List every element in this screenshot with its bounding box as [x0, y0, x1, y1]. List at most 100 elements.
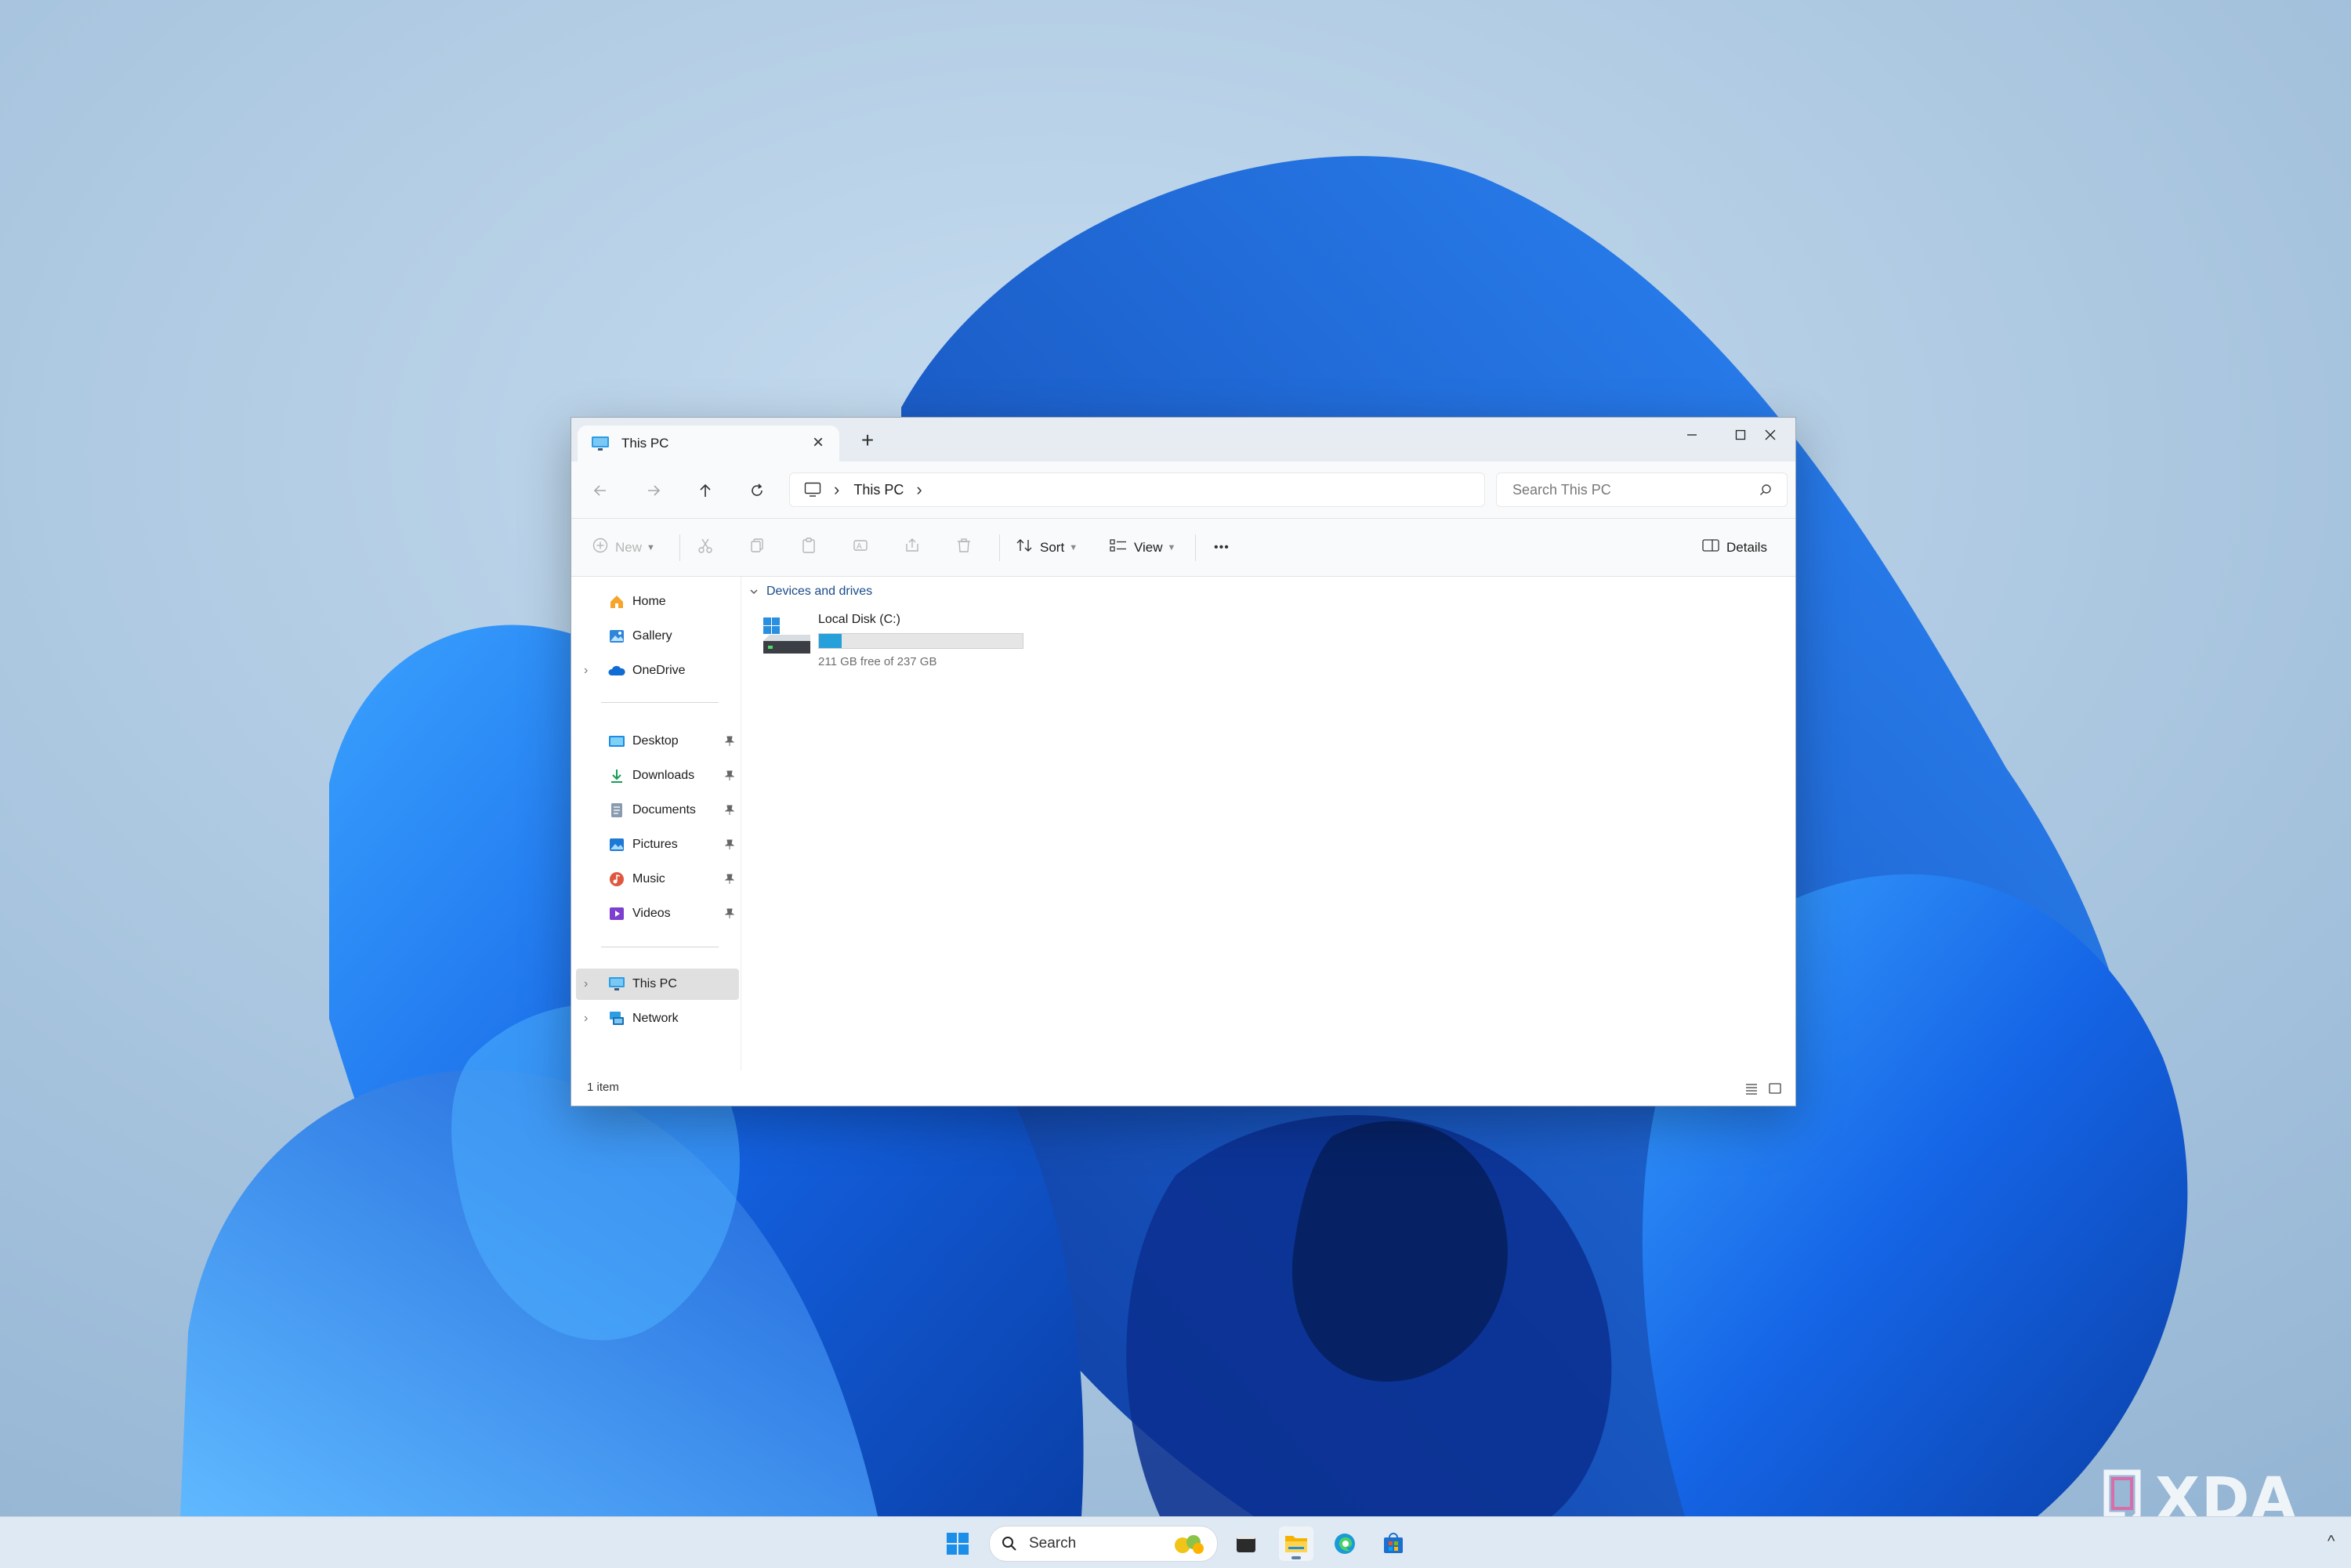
- cut-button[interactable]: [697, 519, 714, 576]
- sidebar-item-gallery[interactable]: Gallery: [576, 621, 739, 652]
- sidebar-item-label: Videos: [632, 907, 671, 920]
- breadcrumb-chevron-icon[interactable]: ›: [834, 480, 839, 500]
- command-bar: New ▼ A Sort ▼ View ▼ ••• Details: [571, 519, 1795, 577]
- rename-button[interactable]: A: [852, 519, 869, 576]
- breadcrumb-chevron-icon[interactable]: ›: [916, 480, 922, 500]
- group-header-devices[interactable]: Devices and drives: [749, 585, 872, 599]
- sidebar-item-label: Network: [632, 1012, 679, 1025]
- tiles-view-icon[interactable]: [1766, 1079, 1784, 1098]
- sidebar-item-network[interactable]: › Network: [576, 1003, 739, 1034]
- taskbar: Search ^: [0, 1516, 2351, 1568]
- rename-icon: A: [852, 537, 869, 558]
- details-button[interactable]: Details: [1701, 519, 1767, 576]
- back-arrow-icon[interactable]: [587, 477, 614, 504]
- sidebar-item-label: Documents: [632, 803, 696, 817]
- sidebar-item-downloads[interactable]: Downloads: [576, 760, 739, 791]
- taskbar-search-placeholder: Search: [1029, 1535, 1077, 1552]
- taskbar-edge[interactable]: [1328, 1526, 1362, 1561]
- sidebar-item-documents[interactable]: Documents: [576, 795, 739, 826]
- drive-usage-bar: [818, 633, 1023, 649]
- navigation-pane: Home Gallery › OneDrive Desktop Download…: [571, 577, 741, 1070]
- copy-button[interactable]: [748, 519, 766, 576]
- active-app-indicator: [1291, 1556, 1301, 1559]
- share-icon: [904, 537, 921, 558]
- pc-icon: [590, 436, 610, 451]
- file-explorer-icon: [1285, 1536, 1307, 1552]
- pin-icon[interactable]: [723, 873, 736, 885]
- delete-button[interactable]: [955, 519, 973, 576]
- pin-icon[interactable]: [723, 838, 736, 851]
- music-icon: [607, 870, 626, 889]
- sidebar-item-home[interactable]: Home: [576, 586, 739, 617]
- up-arrow-icon[interactable]: [692, 477, 719, 504]
- chevron-down-icon: [749, 588, 759, 596]
- minimize-button[interactable]: [1668, 419, 1715, 451]
- pin-icon[interactable]: [723, 907, 736, 920]
- sidebar-item-music[interactable]: Music: [576, 864, 739, 895]
- chevron-right-icon[interactable]: ›: [584, 664, 595, 678]
- chevron-right-icon[interactable]: ›: [584, 1012, 595, 1026]
- address-bar[interactable]: › This PC ›: [789, 473, 1485, 507]
- sort-label: Sort: [1040, 539, 1065, 555]
- details-view-icon[interactable]: [1742, 1079, 1761, 1098]
- tray-overflow-chevron-icon[interactable]: ^: [2327, 1533, 2335, 1551]
- share-button[interactable]: [904, 519, 921, 576]
- desktop-folder-icon: [607, 732, 626, 751]
- view-button[interactable]: View ▼: [1109, 519, 1176, 576]
- chevron-down-icon: ▼: [1069, 542, 1078, 552]
- gallery-icon: [607, 627, 626, 646]
- scissors-icon: [697, 537, 714, 558]
- downloads-icon: [607, 766, 626, 785]
- search-input[interactable]: Search This PC: [1496, 473, 1788, 507]
- search-icon[interactable]: [1759, 483, 1773, 497]
- taskbar-file-explorer[interactable]: [1279, 1526, 1313, 1561]
- sidebar-divider: [601, 702, 719, 703]
- toolbar-divider: [999, 534, 1000, 561]
- refresh-icon[interactable]: [744, 477, 770, 504]
- pin-icon[interactable]: [723, 804, 736, 817]
- more-options-button[interactable]: •••: [1214, 519, 1230, 576]
- sidebar-item-this-pc[interactable]: › This PC: [576, 969, 739, 1000]
- new-button[interactable]: New ▼: [592, 519, 655, 576]
- chevron-down-icon: ▼: [1167, 542, 1176, 552]
- sidebar-item-desktop[interactable]: Desktop: [576, 726, 739, 757]
- sidebar-item-videos[interactable]: Videos: [576, 898, 739, 929]
- breadcrumb-this-pc[interactable]: This PC: [853, 482, 904, 498]
- toolbar-divider: [679, 534, 680, 561]
- sidebar-item-label: Downloads: [632, 769, 695, 782]
- sidebar-item-label: Desktop: [632, 734, 679, 748]
- forward-arrow-icon[interactable]: [640, 477, 667, 504]
- new-tab-button[interactable]: +: [855, 429, 880, 454]
- videos-icon: [607, 904, 626, 923]
- drive-name: Local Disk (C:): [818, 613, 900, 626]
- drive-item-local-disk-c[interactable]: Local Disk (C:) 211 GB free of 237 GB: [762, 610, 1028, 680]
- copy-icon: [748, 537, 766, 558]
- pin-icon[interactable]: [723, 735, 736, 748]
- sort-button[interactable]: Sort ▼: [1015, 519, 1078, 576]
- edge-icon: [1335, 1534, 1355, 1554]
- pin-icon[interactable]: [723, 770, 736, 782]
- content-pane: Devices and drives Local Disk (C:) 211 G…: [741, 577, 1795, 1070]
- plus-circle-icon: [592, 537, 609, 558]
- search-icon: [1001, 1535, 1018, 1552]
- trash-icon: [955, 537, 973, 558]
- sidebar-item-onedrive[interactable]: › OneDrive: [576, 655, 739, 686]
- pc-icon: [607, 975, 626, 994]
- close-window-button[interactable]: [1747, 419, 1794, 451]
- close-tab-icon[interactable]: ×: [808, 433, 828, 454]
- view-label: View: [1134, 539, 1163, 555]
- taskbar-search[interactable]: Search: [989, 1526, 1218, 1562]
- clipboard-icon: [800, 537, 817, 558]
- paste-button[interactable]: [800, 519, 817, 576]
- taskbar-store[interactable]: [1376, 1526, 1411, 1561]
- title-bar: This PC × +: [571, 418, 1795, 462]
- sidebar-item-pictures[interactable]: Pictures: [576, 829, 739, 860]
- taskbar-terminal[interactable]: [1229, 1526, 1263, 1561]
- details-pane-icon: [1701, 538, 1720, 557]
- view-list-icon: [1109, 537, 1128, 558]
- chevron-right-icon[interactable]: ›: [584, 977, 595, 991]
- start-button[interactable]: [940, 1526, 975, 1561]
- home-icon: [607, 592, 626, 611]
- tab-this-pc[interactable]: This PC ×: [578, 425, 839, 462]
- sidebar-item-label: Home: [632, 595, 666, 608]
